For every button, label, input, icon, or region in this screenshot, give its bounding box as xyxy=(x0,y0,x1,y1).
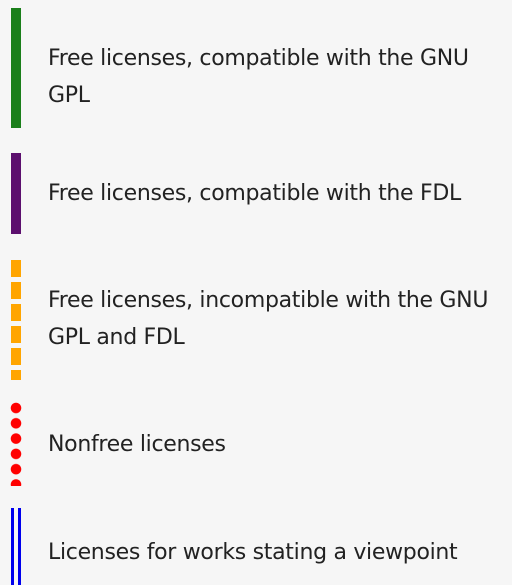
legend-marker-dotted-red xyxy=(10,402,22,486)
legend-item-fdl-compatible: Free licenses, compatible with the FDL xyxy=(0,153,512,234)
legend-label: Nonfree licenses xyxy=(48,432,226,457)
legend-item-incompatible: Free licenses, incompatible with the GNU… xyxy=(0,260,512,380)
legend-item-gpl-compatible: Free licenses, compatible with the GNU G… xyxy=(0,8,512,128)
legend-label: Free licenses, incompatible with the GNU… xyxy=(48,288,489,350)
license-legend: Free licenses, compatible with the GNU G… xyxy=(0,0,512,585)
legend-marker-solid-purple xyxy=(11,153,21,234)
legend-label: Licenses for works stating a viewpoint xyxy=(48,540,458,565)
legend-label: Free licenses, compatible with the FDL xyxy=(48,181,461,206)
legend-marker-dashed-orange xyxy=(11,260,21,380)
legend-label: Free licenses, compatible with the GNU G… xyxy=(48,46,469,108)
legend-item-nonfree: Nonfree licenses xyxy=(0,402,512,486)
legend-marker-double-blue xyxy=(11,508,21,585)
legend-item-viewpoint: Licenses for works stating a viewpoint xyxy=(0,508,512,585)
legend-marker-solid-green xyxy=(11,8,21,128)
